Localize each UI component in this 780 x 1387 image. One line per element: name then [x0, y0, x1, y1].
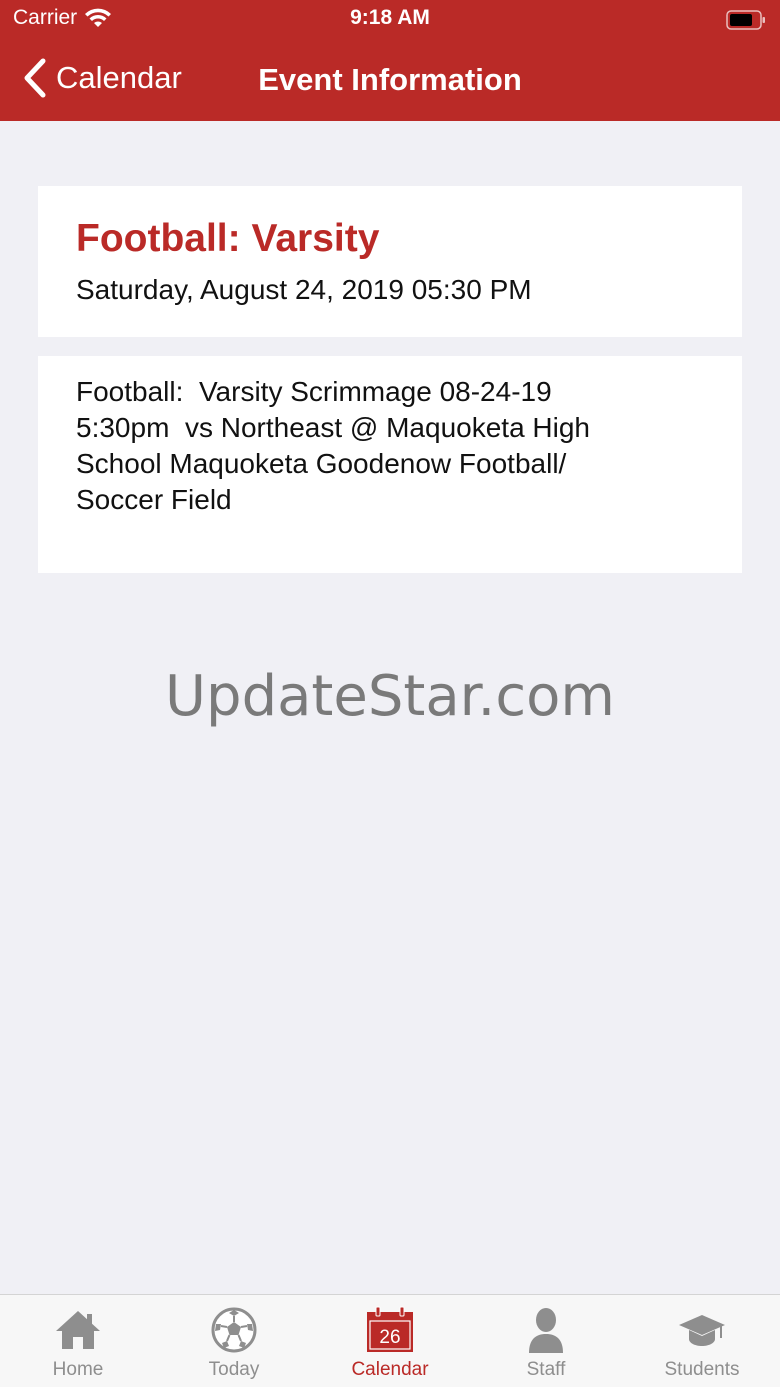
- tab-bar: Home Today 26 Calendar Staff Students: [0, 1294, 780, 1387]
- event-description-card: Football: Varsity Scrimmage 08-24-19 5:3…: [38, 356, 742, 573]
- watermark: UpdateStar.com: [165, 664, 615, 729]
- tab-staff[interactable]: Staff: [468, 1295, 624, 1387]
- home-icon: [56, 1311, 100, 1349]
- tab-today[interactable]: Today: [156, 1295, 312, 1387]
- app-root: Carrier 9:18 AM Calendar Event Informati…: [0, 0, 780, 1387]
- event-title: Football: Varsity: [76, 217, 380, 260]
- event-description: Football: Varsity Scrimmage 08-24-19 5:3…: [76, 376, 591, 515]
- tab-students[interactable]: Students: [624, 1295, 780, 1387]
- calendar-icon-day: 26: [379, 1327, 400, 1348]
- tab-calendar-label: Calendar: [351, 1359, 429, 1380]
- status-time: 9:18 AM: [350, 6, 430, 29]
- event-date: Saturday, August 24, 2019 05:30 PM: [76, 274, 532, 305]
- page-title: Event Information: [258, 62, 522, 97]
- graduation-cap-icon: [679, 1315, 725, 1346]
- calendar-icon: 26: [367, 1306, 413, 1352]
- status-bar: Carrier 9:18 AM: [0, 0, 780, 40]
- tab-home[interactable]: Home: [0, 1295, 156, 1387]
- soccer-ball-icon: [211, 1307, 257, 1353]
- header: Carrier 9:18 AM Calendar Event Informati…: [0, 0, 780, 121]
- tab-calendar[interactable]: 26 Calendar: [312, 1295, 468, 1387]
- tab-home-label: Home: [52, 1359, 104, 1380]
- tab-staff-label: Staff: [526, 1359, 566, 1380]
- event-header-card: Football: Varsity Saturday, August 24, 2…: [38, 186, 742, 337]
- tab-students-label: Students: [664, 1359, 740, 1380]
- navigation-bar: Calendar Event Information: [0, 40, 780, 121]
- person-icon: [529, 1308, 563, 1353]
- tab-today-label: Today: [208, 1359, 260, 1380]
- battery-icon: [726, 10, 765, 30]
